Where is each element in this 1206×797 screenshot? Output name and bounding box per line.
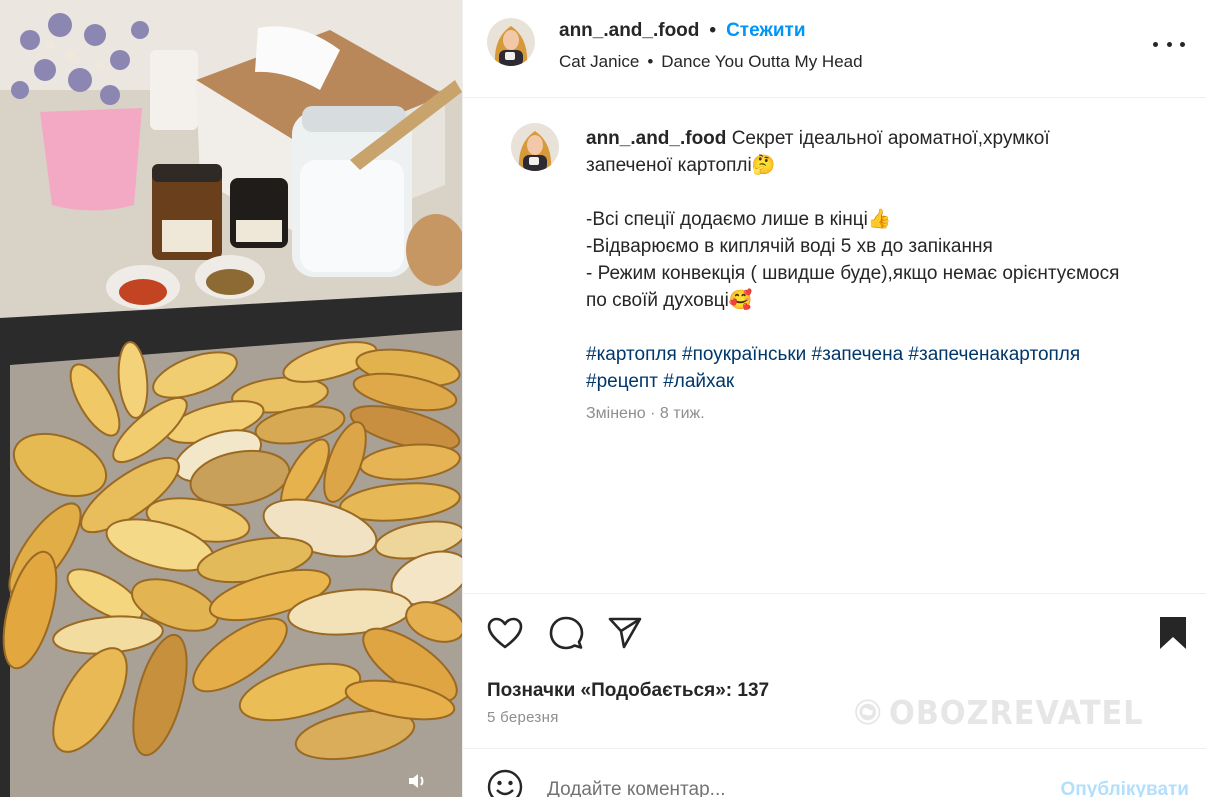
caption-area: ann_.and_.food Секрет ідеальної ароматно… — [463, 99, 1206, 593]
post-details-panel: ann_.and_.food • Стежити Cat Janice • Da… — [462, 0, 1206, 797]
emoji-icon[interactable] — [487, 769, 523, 797]
comment-bar: Опублікувати — [463, 748, 1206, 797]
like-button[interactable] — [485, 613, 525, 653]
post-age[interactable]: 8 тиж. — [660, 405, 705, 422]
likes-count[interactable]: Позначки «Подобається»: 137 — [487, 680, 769, 702]
music-line[interactable]: Cat Janice • Dance You Outta My Head — [559, 51, 863, 73]
globe-logo-icon — [855, 699, 881, 725]
post-actions: OBOZREVATEL Позначки «Подобається»: 137 … — [463, 593, 1206, 748]
speaker-icon — [409, 774, 424, 788]
separator-dot: • — [647, 52, 654, 71]
heart-icon — [487, 617, 523, 649]
more-horizontal-icon[interactable] — [1153, 34, 1185, 54]
music-track[interactable]: Dance You Outta My Head — [661, 51, 862, 73]
music-artist[interactable]: Cat Janice — [559, 51, 639, 73]
bookmark-icon — [1160, 617, 1186, 649]
caption-hashtags[interactable]: #картопля #поукраїнськи #запечена #запеч… — [586, 341, 1126, 395]
post-media[interactable] — [0, 0, 462, 797]
edited-label: Змінено — [586, 405, 646, 422]
follow-button[interactable]: Стежити — [726, 19, 805, 43]
separator-dot: • — [709, 20, 717, 41]
publish-button[interactable]: Опублікувати — [1061, 779, 1190, 797]
mute-button[interactable] — [404, 768, 430, 794]
avatar[interactable] — [511, 123, 559, 171]
author-line: ann_.and_.food • Стежити — [559, 19, 806, 43]
caption-tips: -Всі спеції додаємо лише в кінці👍 -Відва… — [586, 209, 1120, 311]
caption-author[interactable]: ann_.and_.food — [586, 128, 726, 149]
save-button[interactable] — [1153, 613, 1193, 653]
watermark: OBOZREVATEL — [855, 674, 1165, 750]
post-date[interactable]: 5 березня — [487, 709, 559, 726]
share-button[interactable] — [605, 613, 645, 653]
comment-icon — [549, 616, 584, 650]
post-header: ann_.and_.food • Стежити Cat Janice • Da… — [463, 0, 1206, 98]
caption-meta: Змінено · 8 тиж. — [586, 405, 705, 422]
send-icon — [608, 617, 642, 649]
comment-button[interactable] — [546, 613, 586, 653]
comment-input[interactable] — [547, 779, 1027, 797]
avatar[interactable] — [487, 18, 535, 66]
author-username[interactable]: ann_.and_.food — [559, 19, 699, 43]
caption-text: ann_.and_.food Секрет ідеальної ароматно… — [586, 125, 1126, 395]
potato-wedges-photo — [0, 0, 462, 797]
watermark-text: OBOZREVATEL — [888, 692, 1143, 732]
